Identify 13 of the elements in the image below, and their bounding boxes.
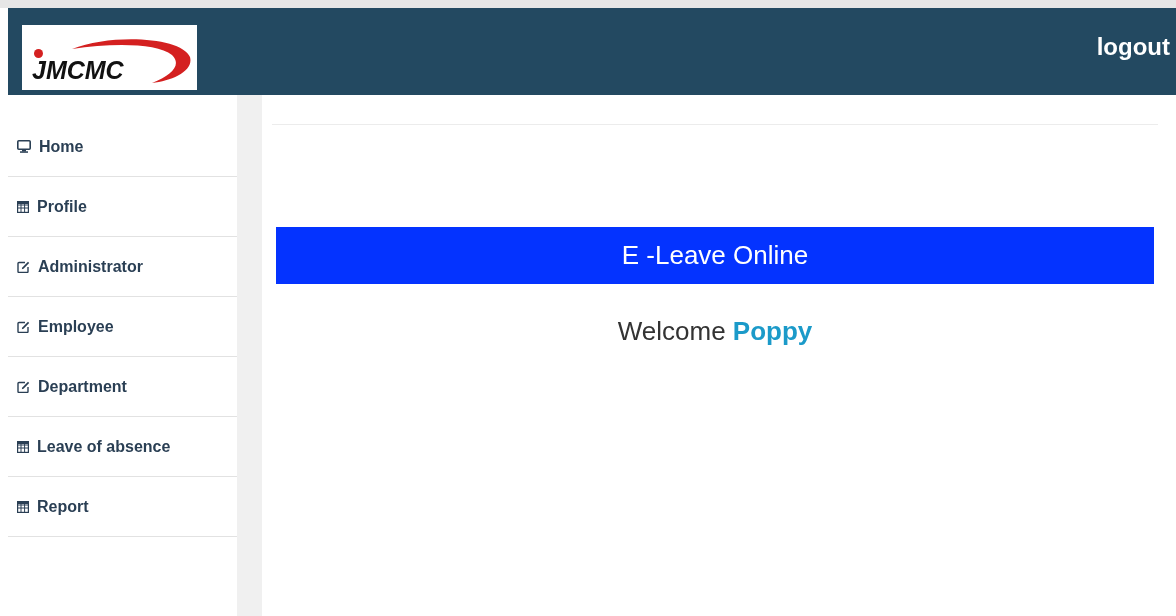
logo-text: JMCMC (32, 55, 124, 85)
table-icon (17, 440, 29, 453)
logout-link[interactable]: logout (1096, 33, 1170, 61)
title-banner: E -Leave Online (276, 227, 1154, 284)
edit-icon (17, 260, 30, 273)
table-icon (17, 200, 29, 213)
edit-icon (17, 380, 30, 393)
logo-dot-icon (34, 49, 43, 58)
table-icon (17, 500, 29, 513)
monitor-icon (17, 140, 31, 153)
edit-icon (17, 320, 30, 333)
welcome-text: Welcome (617, 316, 726, 346)
user-name: Poppy (732, 316, 813, 346)
